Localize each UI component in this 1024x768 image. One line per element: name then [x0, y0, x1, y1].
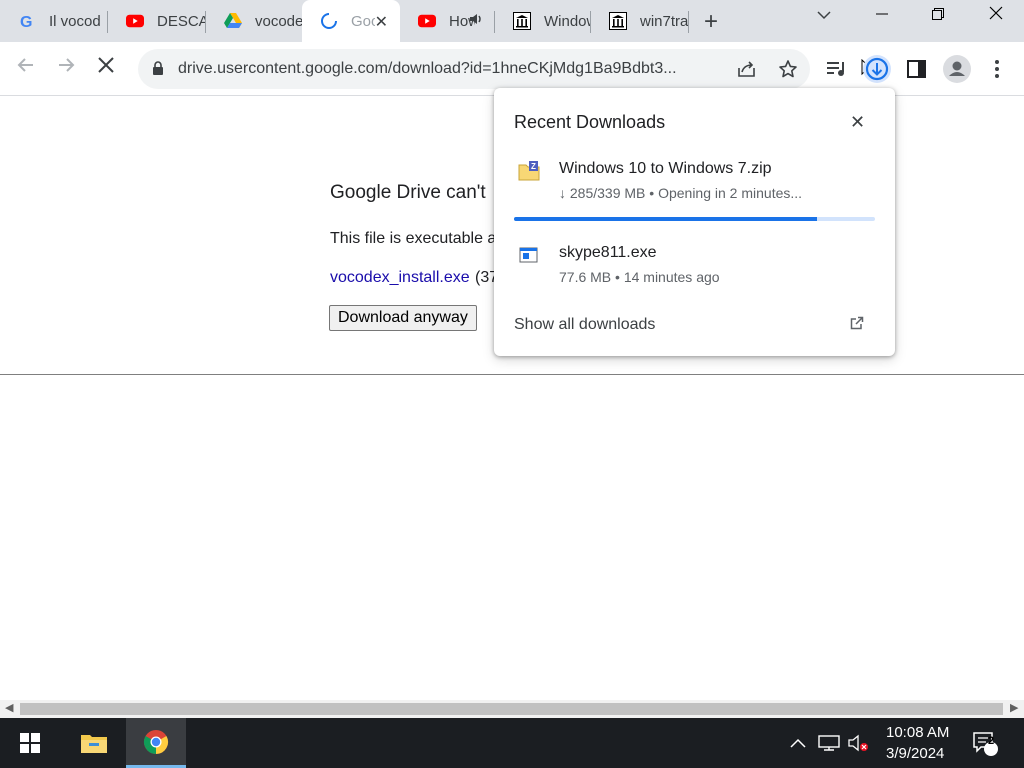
exe-file-icon	[518, 244, 540, 266]
youtube-icon	[126, 12, 144, 30]
loading-spinner-icon	[320, 12, 338, 30]
url-text[interactable]: drive.usercontent.google.com/download?id…	[178, 60, 677, 78]
tab-drive-vocodex[interactable]: vocodex	[206, 0, 302, 42]
download-item[interactable]: skype811.exe 77.6 MB • 14 minutes ago	[494, 244, 895, 314]
minimize-icon[interactable]	[862, 4, 902, 25]
windows-logo-icon	[20, 733, 40, 753]
tab-youtube-descar[interactable]: DESCAR	[108, 0, 206, 42]
google-drive-icon	[224, 12, 242, 30]
tab-label: Il vocod	[49, 12, 101, 30]
tab-label: Goo	[351, 12, 375, 30]
download-progress-fill	[514, 217, 818, 221]
download-anyway-button[interactable]: Download anyway	[329, 305, 477, 331]
google-g-icon: G	[18, 12, 36, 30]
scrollbar-thumb[interactable]	[20, 703, 1003, 715]
network-icon[interactable]	[818, 718, 840, 768]
scroll-right-icon[interactable]: ▶	[1010, 701, 1018, 714]
chrome-icon	[143, 729, 169, 754]
tab-label: win7tra	[640, 12, 689, 30]
system-clock[interactable]: 10:08 AM 3/9/2024	[886, 722, 949, 764]
youtube-icon	[418, 12, 436, 30]
horizontal-scrollbar[interactable]: ◀ ▶	[0, 700, 1024, 718]
volume-muted-icon[interactable]	[848, 718, 870, 768]
show-all-downloads-link[interactable]: Show all downloads	[514, 316, 655, 334]
tab-google-drive-active[interactable]: Goo ✕	[302, 0, 400, 42]
page-title: Google Drive can't	[330, 182, 486, 203]
museum-icon	[609, 12, 627, 30]
popup-title: Recent Downloads	[514, 112, 666, 132]
tab-label: vocodex	[255, 12, 302, 30]
restore-icon[interactable]	[918, 4, 958, 25]
file-link[interactable]: vocodex_install.exe	[330, 269, 470, 287]
scroll-left-icon[interactable]: ◀	[5, 701, 13, 714]
bookmark-star-icon[interactable]	[773, 54, 803, 84]
file-explorer-button[interactable]	[64, 718, 124, 768]
close-tab-icon[interactable]: ✕	[375, 12, 388, 32]
more-menu-icon[interactable]	[982, 54, 1012, 84]
clock-date: 3/9/2024	[886, 745, 945, 762]
tab-google-search[interactable]: G Il vocod	[0, 0, 108, 42]
back-icon[interactable]	[16, 55, 36, 81]
side-panel-icon[interactable]	[902, 54, 932, 84]
page-description: This file is executable a	[330, 230, 497, 247]
tab-search-chevron-icon[interactable]	[804, 4, 844, 25]
stop-loading-icon[interactable]	[96, 55, 116, 81]
close-window-icon[interactable]	[976, 4, 1016, 25]
clock-time: 10:08 AM	[886, 724, 950, 741]
download-filename: skype811.exe	[559, 244, 657, 261]
start-button[interactable]	[0, 718, 60, 768]
tab-label: Window	[544, 12, 590, 30]
tab-win7tra[interactable]: win7tra	[591, 0, 689, 42]
notification-count: 2	[987, 735, 995, 747]
divider	[0, 374, 1024, 375]
taskbar: 10:08 AM 3/9/2024 2	[0, 718, 1024, 768]
new-tab-icon[interactable]: +	[704, 8, 718, 36]
tab-strip: G Il vocod DESCAR vocodex Goo ✕ How	[0, 0, 1024, 42]
profile-avatar-icon[interactable]	[942, 54, 972, 84]
audio-playing-icon[interactable]	[469, 12, 483, 30]
zip-file-icon: Z	[518, 160, 540, 182]
action-center-icon[interactable]: 2	[972, 718, 1000, 768]
download-progress-icon[interactable]	[862, 54, 892, 84]
tab-label: DESCAR	[157, 12, 206, 30]
share-icon[interactable]	[732, 54, 762, 84]
museum-icon	[513, 12, 531, 30]
media-controls-icon[interactable]	[822, 54, 852, 84]
download-status: 77.6 MB • 14 minutes ago	[559, 269, 720, 285]
svg-text:G: G	[20, 14, 32, 30]
download-progress-bar	[514, 217, 875, 221]
address-bar[interactable]: drive.usercontent.google.com/download?id…	[138, 49, 810, 89]
chrome-taskbar-button[interactable]	[126, 718, 186, 768]
lock-icon[interactable]	[152, 61, 164, 75]
folder-icon	[81, 735, 107, 753]
close-icon[interactable]: ✕	[850, 112, 865, 133]
downloads-popup: Recent Downloads ✕ Z Windows 10 to Windo…	[494, 88, 895, 356]
open-external-icon[interactable]	[850, 316, 864, 333]
show-hidden-icons-chevron[interactable]	[790, 718, 806, 768]
download-status: ↓ 285/339 MB • Opening in 2 minutes...	[559, 185, 803, 201]
tab-windows[interactable]: Window	[495, 0, 591, 42]
svg-text:Z: Z	[531, 162, 536, 171]
download-filename: Windows 10 to Windows 7.zip	[559, 160, 772, 177]
tab-youtube-how[interactable]: How	[400, 0, 495, 42]
forward-icon[interactable]	[56, 55, 76, 81]
